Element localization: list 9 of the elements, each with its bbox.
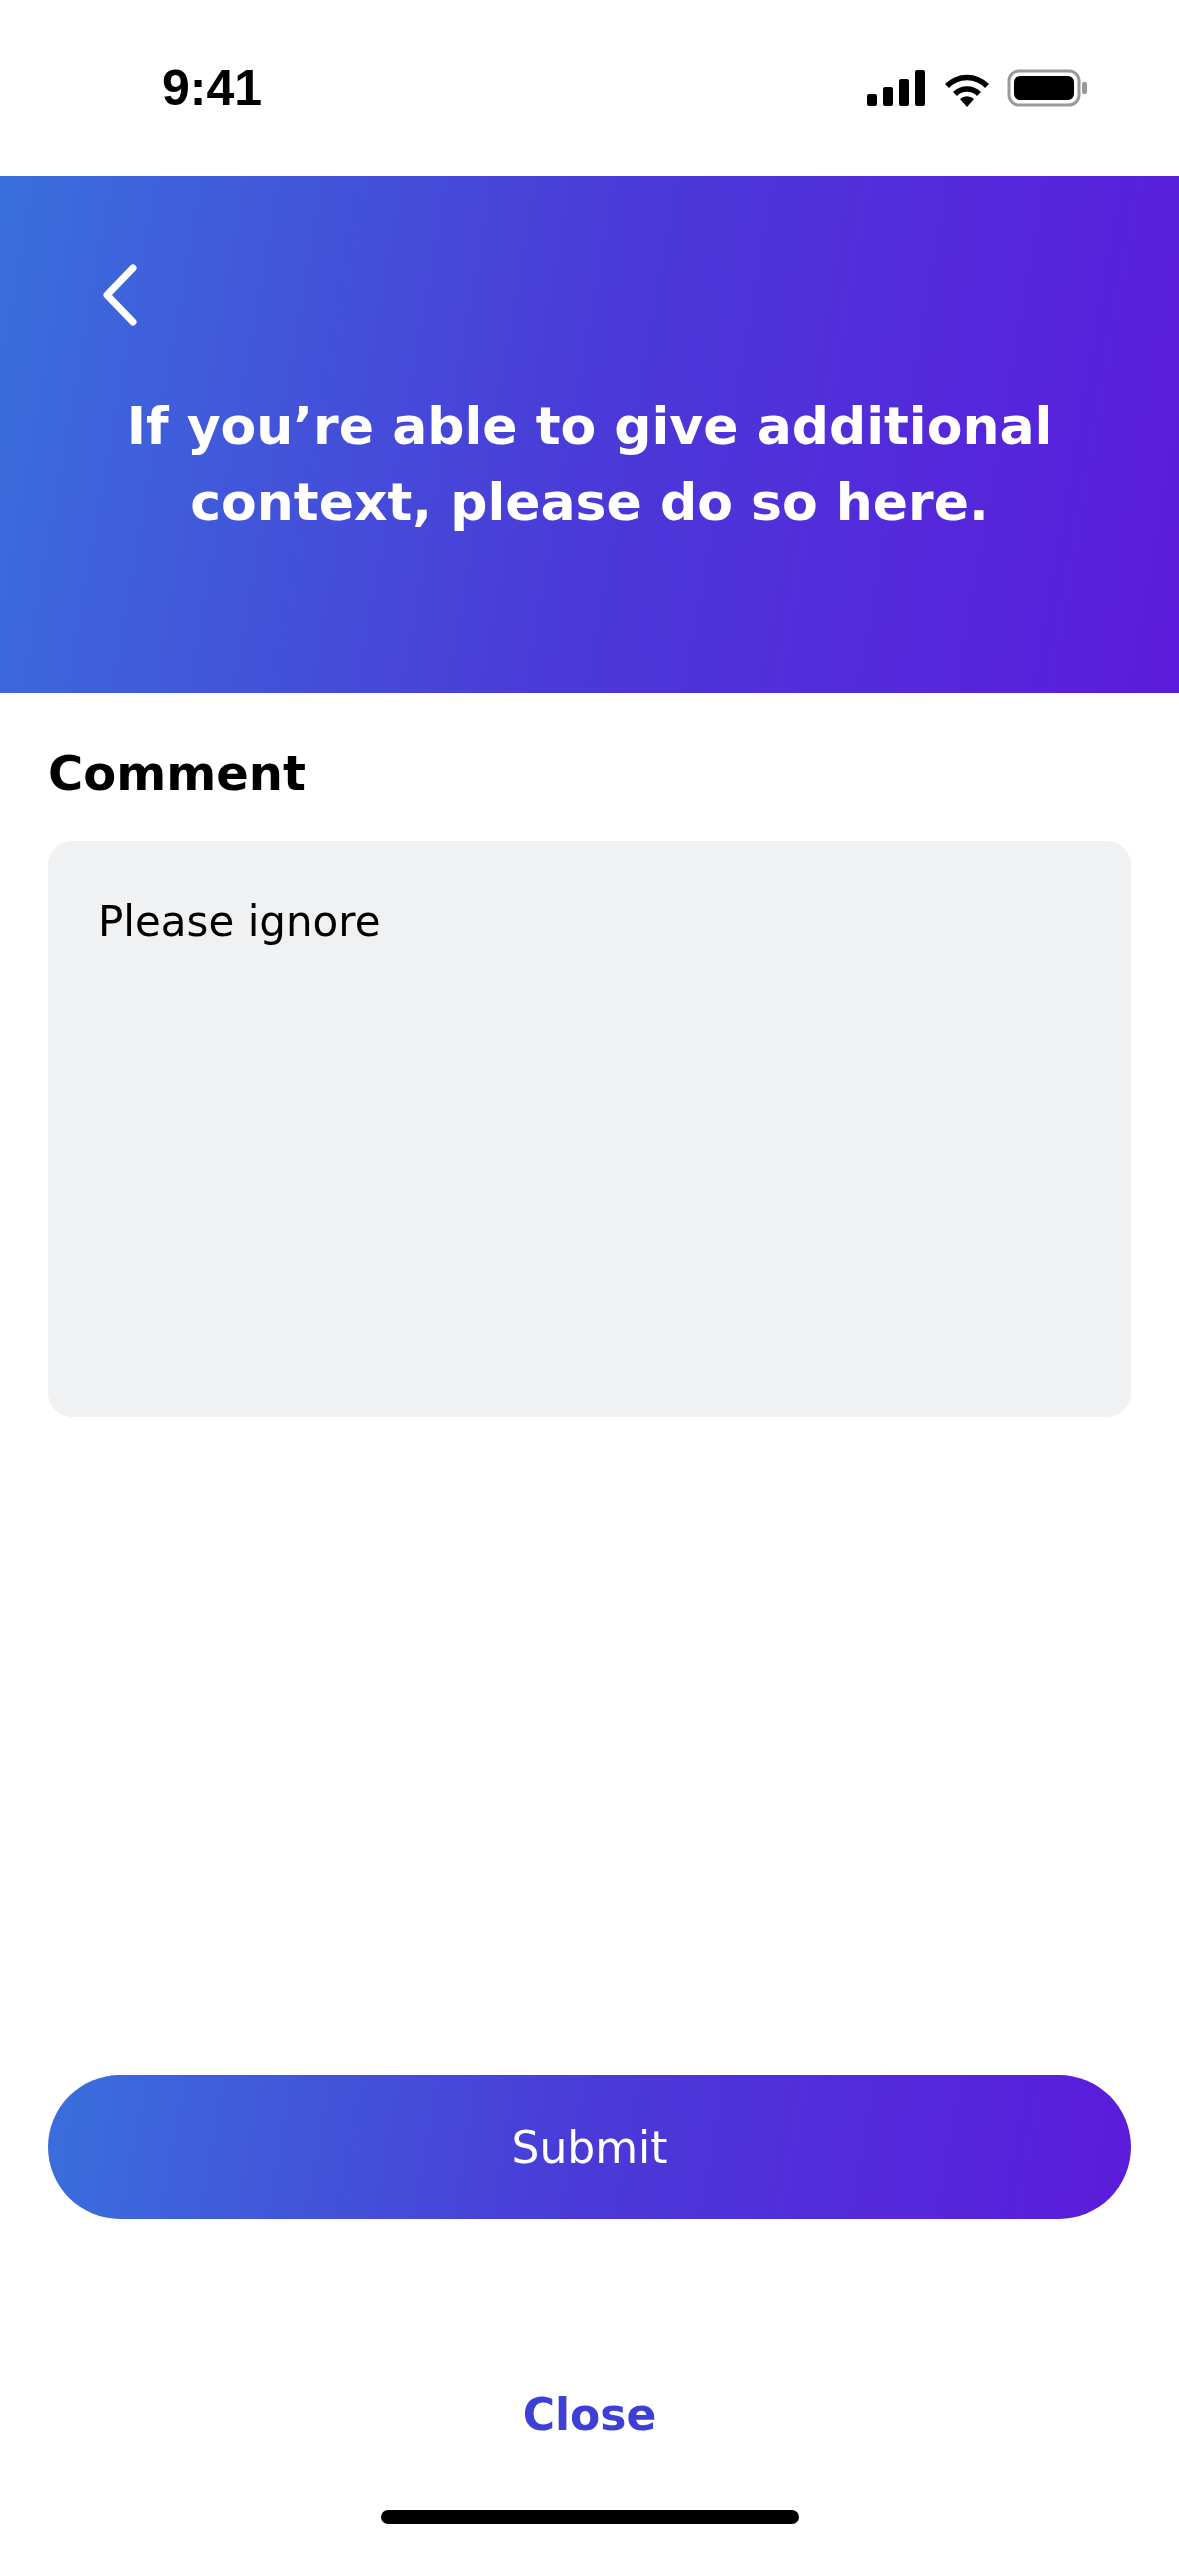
back-icon[interactable] [100,264,140,326]
status-time: 9:41 [162,59,263,117]
comment-field[interactable]: Please ignore [48,841,1131,1417]
submit-button[interactable]: Submit [48,2075,1131,2219]
comment-label: Comment [48,745,307,801]
signal-icon [867,70,927,106]
close-button[interactable]: Close [512,2379,667,2450]
header-title: If you’re able to give additional context, please do so here. [125,395,1054,534]
battery-icon [1007,69,1089,107]
